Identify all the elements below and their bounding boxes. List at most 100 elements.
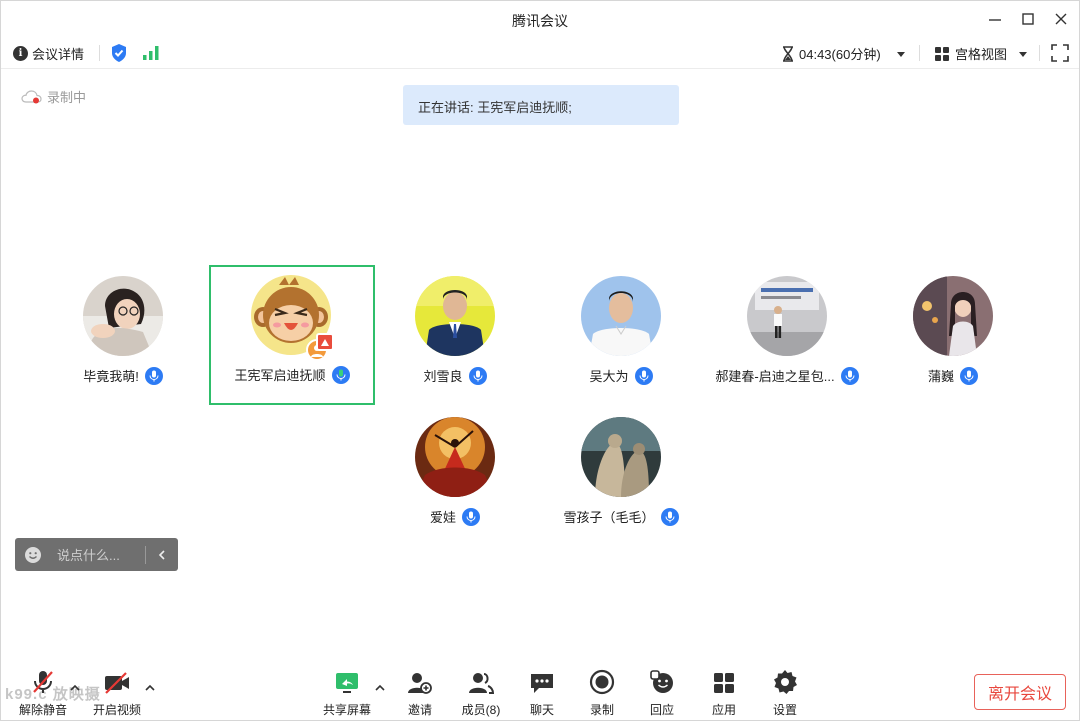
participant-name: 郝建春-启迪之星包... [715, 369, 835, 384]
participant-name: 蒲巍 [927, 369, 954, 384]
recording-indicator: 录制中 [21, 87, 86, 106]
close-icon [1055, 13, 1067, 25]
meeting-window: 腾讯会议 i 会议详情 04:43(60分钟) 宫格视图 录制中 正在讲话: 王… [0, 0, 1080, 721]
microphone-icon [144, 366, 163, 385]
microphone-icon [462, 507, 480, 526]
network-signal-icon[interactable] [142, 45, 160, 66]
minimize-button[interactable] [985, 9, 1005, 29]
participant-tile[interactable]: 郝建春-启迪之星包... [707, 266, 867, 402]
meeting-details-button[interactable]: i 会议详情 [13, 44, 84, 63]
microphone-icon [840, 366, 859, 385]
chat-bubble-icon [529, 667, 555, 695]
camera-off-icon [103, 667, 131, 695]
add-user-icon [407, 667, 433, 695]
avatar [581, 276, 661, 356]
participant-nameline: 爱娃 [375, 507, 535, 526]
record-icon [589, 667, 615, 695]
hourglass-icon [783, 45, 793, 62]
microphone-icon [634, 366, 653, 385]
info-bar: i 会议详情 04:43(60分钟) 宫格视图 [1, 37, 1079, 69]
chat-quick-input[interactable]: 说点什么... [15, 538, 178, 571]
reaction-button[interactable]: 回应 [632, 667, 692, 718]
divider [919, 45, 920, 61]
start-video-button[interactable]: 开启视频 [87, 667, 147, 718]
participant-nameline: 刘雪良 [375, 366, 535, 385]
fullscreen-button[interactable] [1051, 44, 1069, 67]
participant-tile-active[interactable]: 王宪军启迪抚顺 [209, 265, 375, 405]
participant-nameline: 雪孩子（毛毛） [541, 507, 701, 526]
microphone-icon [660, 507, 679, 526]
share-screen-icon [334, 667, 360, 695]
chevron-down-icon [1019, 51, 1028, 57]
gear-icon [772, 667, 798, 695]
reaction-icon [649, 667, 675, 695]
members-label: 成员(8) [461, 703, 501, 717]
participant-name: 王宪军启迪抚顺 [234, 368, 326, 383]
maximize-button[interactable] [1018, 9, 1038, 29]
record-button[interactable]: 录制 [572, 667, 632, 718]
microphone-active-icon [331, 365, 350, 384]
divider [99, 45, 100, 61]
participant-nameline: 郝建春-启迪之星包... [707, 366, 867, 385]
participant-nameline: 王宪军启迪抚顺 [211, 365, 373, 384]
avatar [83, 276, 163, 356]
emoji-icon[interactable] [15, 538, 51, 571]
participant-tile[interactable]: 雪孩子（毛毛） [541, 407, 701, 543]
grid-view-icon [935, 46, 949, 61]
unmute-label: 解除静音 [18, 703, 67, 717]
settings-label: 设置 [772, 703, 797, 717]
leave-meeting-button[interactable]: 离开会议 [974, 674, 1066, 710]
info-icon: i [13, 46, 28, 61]
participant-name: 毕竟我萌! [83, 369, 139, 384]
participant-tile[interactable]: 蒲巍 [873, 266, 1033, 402]
minimize-icon [989, 19, 1001, 21]
unmute-button[interactable]: 解除静音 [13, 667, 73, 718]
invite-button[interactable]: 邀请 [390, 667, 450, 718]
invite-label: 邀请 [407, 703, 432, 717]
participant-tile[interactable]: 爱娃 [375, 407, 535, 543]
chevron-up-icon[interactable] [69, 683, 81, 693]
speaking-banner: 正在讲话: 王宪军启迪抚顺; [403, 85, 679, 125]
view-mode-label: 宫格视图 [955, 47, 1008, 62]
participant-name: 雪孩子（毛毛） [563, 510, 655, 525]
participant-nameline: 毕竟我萌! [43, 366, 203, 385]
chat-placeholder[interactable]: 说点什么... [51, 545, 145, 564]
title-bar: 腾讯会议 [1, 1, 1079, 37]
settings-button[interactable]: 设置 [755, 667, 815, 718]
participant-tile[interactable]: 吴大为 [541, 266, 701, 402]
chevron-up-icon[interactable] [374, 683, 386, 693]
collapse-chat-button[interactable] [146, 538, 178, 571]
close-button[interactable] [1051, 9, 1071, 29]
apps-button[interactable]: 应用 [694, 667, 754, 718]
participant-tile[interactable]: 毕竟我萌! [43, 266, 203, 402]
meeting-timer[interactable]: 04:43(60分钟) [782, 44, 908, 63]
security-shield-icon[interactable] [110, 43, 128, 68]
participant-nameline: 吴大为 [541, 366, 701, 385]
chat-button[interactable]: 聊天 [512, 667, 572, 718]
fullscreen-icon [1051, 44, 1069, 62]
avatar [747, 276, 827, 356]
view-mode-button[interactable]: 宫格视图 [934, 44, 1030, 63]
sharing-badge-icon [316, 333, 334, 351]
window-title: 腾讯会议 [512, 13, 568, 29]
chat-label: 聊天 [529, 703, 554, 717]
share-screen-button[interactable]: 共享屏幕 [317, 667, 377, 718]
bottom-toolbar: k99.c 放映摄 解除静音 开启视频 共享屏幕 邀请 成员(8) 聊天 录制 … [1, 661, 1079, 721]
chevron-left-icon [158, 549, 165, 560]
avatar [415, 276, 495, 356]
share-screen-label: 共享屏幕 [322, 703, 371, 717]
apps-label: 应用 [711, 703, 736, 717]
meeting-details-label: 会议详情 [32, 47, 85, 62]
avatar [913, 276, 993, 356]
participant-name: 爱娃 [429, 510, 456, 525]
members-button[interactable]: 成员(8) [451, 667, 511, 718]
avatar [415, 417, 495, 497]
chevron-up-icon[interactable] [144, 683, 156, 693]
cloud-record-icon [21, 89, 42, 103]
maximize-icon [1022, 13, 1034, 25]
participant-tile[interactable]: 刘雪良 [375, 266, 535, 402]
participant-name: 刘雪良 [423, 369, 463, 384]
apps-grid-icon [712, 667, 736, 695]
microphone-icon [468, 366, 487, 385]
microphone-muted-icon [31, 667, 55, 695]
